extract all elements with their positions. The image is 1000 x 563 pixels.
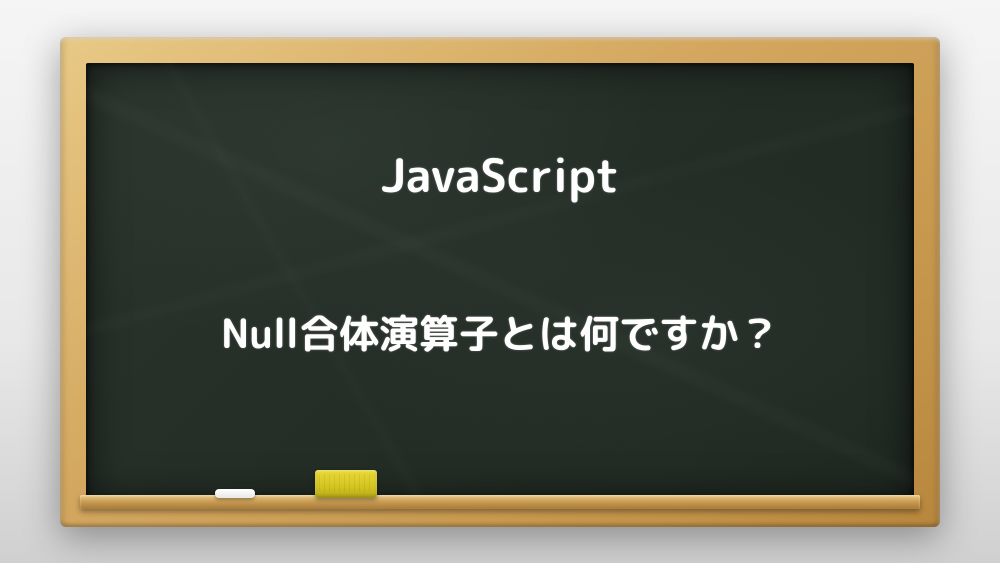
board-surface: JavaScript Null合体演算子とは何ですか？ (86, 63, 914, 501)
wood-frame: JavaScript Null合体演算子とは何ですか？ (60, 37, 940, 527)
board-title: JavaScript (86, 141, 914, 209)
eraser-icon (315, 470, 377, 498)
chalk-icon (215, 489, 255, 498)
board-question: Null合体演算子とは何ですか？ (86, 303, 914, 363)
chalk-tray (80, 495, 920, 509)
chalkboard: JavaScript Null合体演算子とは何ですか？ (60, 37, 940, 527)
